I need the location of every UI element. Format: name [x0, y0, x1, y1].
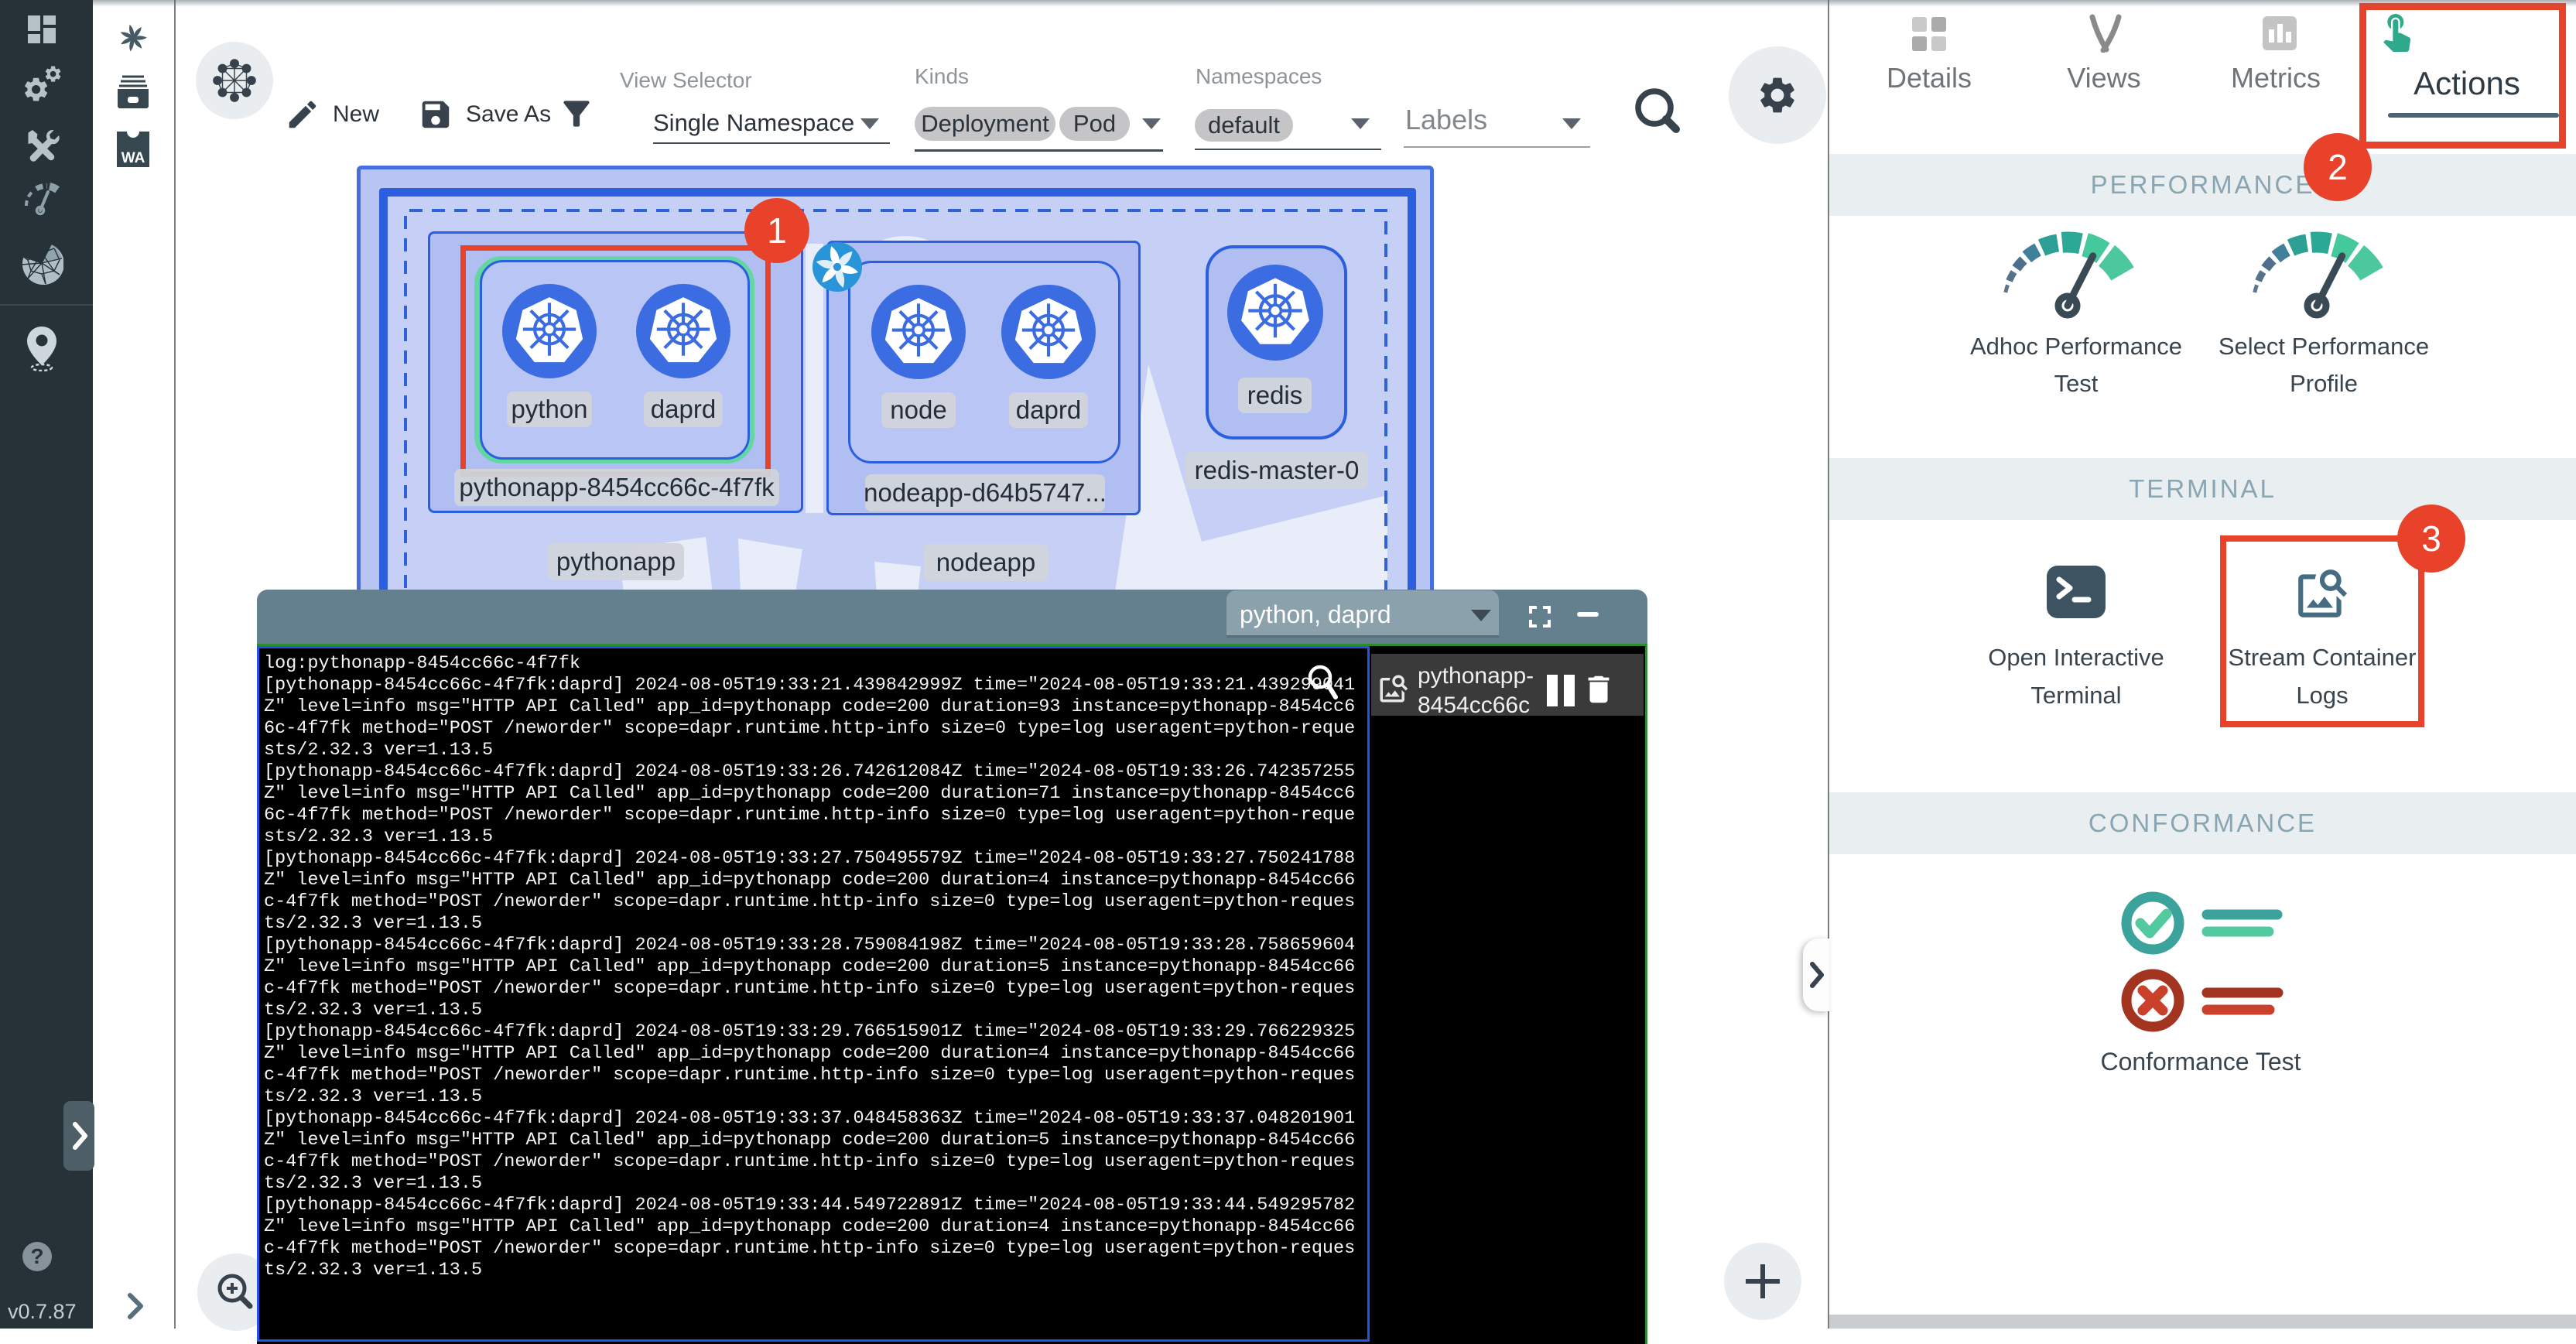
svg-text:WA: WA: [121, 150, 145, 166]
